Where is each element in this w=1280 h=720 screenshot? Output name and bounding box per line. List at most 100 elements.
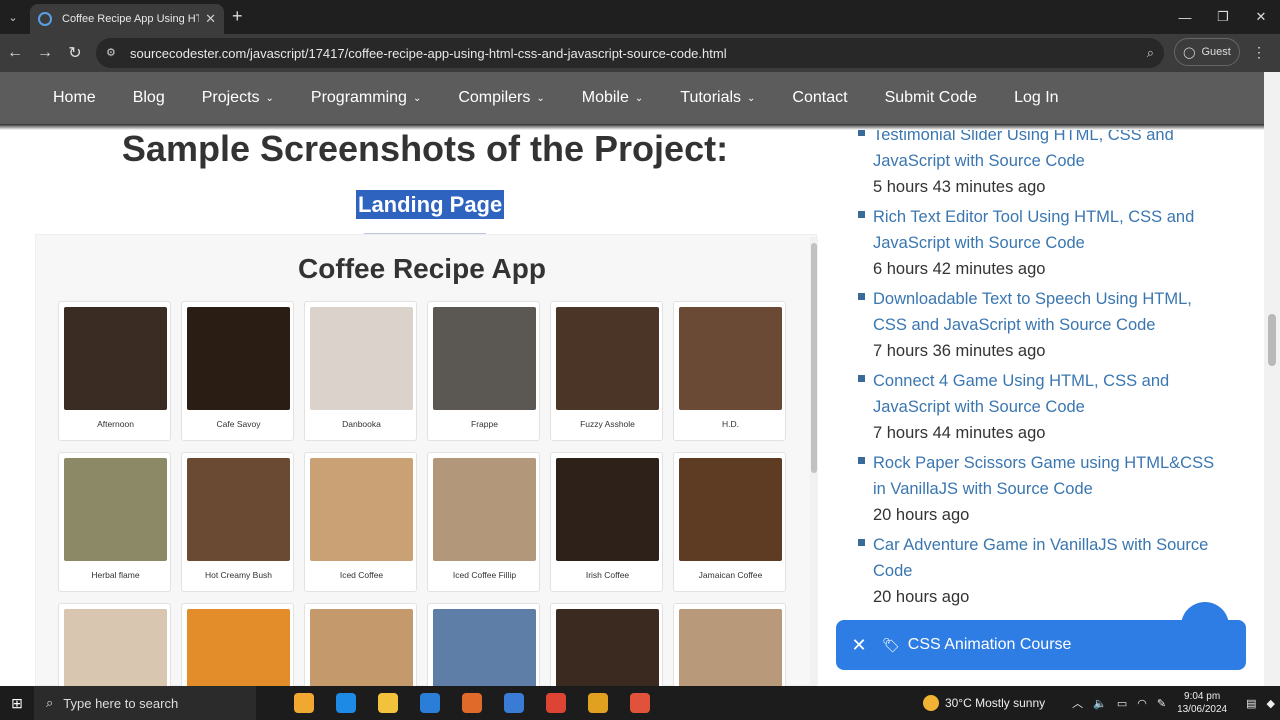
clock-time: 9:04 pm (1184, 691, 1221, 702)
coffee-image (556, 609, 659, 686)
nav-item-projects[interactable]: Projects ⌄ (202, 89, 274, 107)
new-tab-icon[interactable]: + (232, 6, 243, 27)
screenshot-frame: Coffee Recipe App Afternoon Cafe Savoy Dan… (35, 234, 818, 686)
app-glyph (294, 693, 314, 713)
taskbar-app-icon[interactable] (410, 686, 450, 720)
browser-tab[interactable]: Coffee Recipe App Using HTML ✕ (30, 4, 224, 34)
volume-icon[interactable]: 🔈 (1093, 697, 1107, 710)
coffee-image (64, 307, 167, 410)
coffee-card[interactable]: Danbooka (304, 301, 417, 441)
bullet-icon (858, 457, 865, 464)
nav-item-home[interactable]: Home (53, 89, 96, 107)
taskbar-app-icon[interactable] (578, 686, 618, 720)
nav-item-blog[interactable]: Blog (133, 89, 165, 107)
recent-post: Rock Paper Scissors Game using HTML&CSS … (848, 450, 1218, 528)
taskbar-app-icon[interactable] (326, 686, 366, 720)
recent-post-link[interactable]: Connect 4 Game Using HTML, CSS and JavaS… (873, 368, 1218, 420)
bullet-icon (858, 375, 865, 382)
coffee-card[interactable]: Jamaican Coffee (673, 452, 786, 592)
recent-post-link[interactable]: Car Adventure Game in VanillaJS with Sou… (873, 532, 1218, 584)
taskbar-app-icon[interactable] (536, 686, 576, 720)
back-icon[interactable]: ← (0, 34, 30, 72)
nav-item-contact[interactable]: Contact (792, 89, 847, 107)
nav-item-label: Home (53, 89, 96, 106)
coffee-card[interactable] (58, 603, 171, 686)
taskbar-app-icon[interactable] (620, 686, 660, 720)
coffee-card[interactable]: Irish Coffee (550, 452, 663, 592)
coffee-card[interactable]: Afternoon (58, 301, 171, 441)
taskbar-app-icon[interactable] (368, 686, 408, 720)
site-info-icon[interactable]: ⚙ (106, 46, 120, 60)
recent-post-link[interactable]: Downloadable Text to Speech Using HTML, … (873, 286, 1218, 338)
coffee-name: Jamaican Coffee (698, 570, 763, 580)
frame-scrollbar[interactable] (810, 237, 818, 685)
nav-item-tutorials[interactable]: Tutorials ⌄ (680, 89, 755, 107)
course-banner[interactable]: ✕ 🏷 CSS Animation Course (836, 620, 1246, 670)
maximize-icon[interactable]: ❐ (1204, 0, 1242, 34)
nav-item-submit-code[interactable]: Submit Code (885, 89, 978, 107)
tab-search-icon[interactable]: ⌄ (0, 0, 26, 34)
taskbar-search[interactable]: ⌕ Type here to search (34, 686, 256, 720)
nav-item-log-in[interactable]: Log In (1014, 89, 1058, 107)
recent-post-link[interactable]: Rock Paper Scissors Game using HTML&CSS … (873, 450, 1218, 502)
coffee-card[interactable] (550, 603, 663, 686)
coffee-card[interactable]: Frappe (427, 301, 540, 441)
browser-menu-icon[interactable]: ⋮ (1252, 44, 1266, 61)
nav-item-compilers[interactable]: Compilers ⌄ (458, 89, 544, 107)
profile-button[interactable]: ◯ Guest (1174, 38, 1240, 66)
coffee-card[interactable]: H.D. (673, 301, 786, 441)
pen-icon[interactable]: ✎ (1157, 697, 1166, 710)
coffee-name: Afternoon (97, 419, 134, 429)
taskbar-app-icon[interactable] (494, 686, 534, 720)
recent-post: Testimonial Slider Using HTML, CSS and J… (848, 130, 1218, 200)
coffee-card[interactable]: Fuzzy Asshole (550, 301, 663, 441)
browser-tab-bar: ⌄ Coffee Recipe App Using HTML ✕ + — ❐ ✕ (0, 0, 1280, 34)
close-window-icon[interactable]: ✕ (1242, 0, 1280, 34)
taskbar-app-icon[interactable] (284, 686, 324, 720)
window-controls: — ❐ ✕ (1166, 0, 1280, 34)
nav-item-label: Compilers (458, 89, 531, 106)
forward-icon[interactable]: → (30, 34, 60, 72)
url-field[interactable]: ⚙ sourcecodester.com/javascript/17417/co… (96, 38, 1164, 68)
search-icon: ⌕ (46, 695, 54, 710)
clock[interactable]: 9:04 pm 13/06/2024 (1177, 690, 1227, 716)
coffee-card[interactable] (673, 603, 786, 686)
bullet-icon (858, 130, 865, 136)
close-icon[interactable]: ✕ (836, 635, 882, 656)
zoom-icon[interactable]: ⌕ (1147, 45, 1154, 61)
recent-post-link[interactable]: Rich Text Editor Tool Using HTML, CSS an… (873, 204, 1218, 256)
recent-posts-sidebar: Testimonial Slider Using HTML, CSS and J… (848, 130, 1228, 686)
weather-widget[interactable]: 30°C Mostly sunny (922, 695, 1045, 711)
close-tab-icon[interactable]: ✕ (205, 11, 216, 27)
minimize-icon[interactable]: — (1166, 0, 1204, 34)
taskbar-app-icon[interactable] (452, 686, 492, 720)
coffee-card[interactable] (427, 603, 540, 686)
recent-post: Rich Text Editor Tool Using HTML, CSS an… (848, 204, 1218, 282)
coffee-card[interactable]: Iced Coffee (304, 452, 417, 592)
recent-post-time: 6 hours 42 minutes ago (873, 260, 1046, 278)
coffee-card[interactable] (181, 603, 294, 686)
recent-post-link[interactable]: Testimonial Slider Using HTML, CSS and J… (873, 130, 1218, 174)
profile-icon: ◯ (1183, 46, 1196, 59)
recent-post-time: 7 hours 36 minutes ago (873, 342, 1046, 360)
coffee-image (187, 307, 290, 410)
copilot-icon[interactable]: ◆ (1267, 697, 1275, 710)
nav-item-programming[interactable]: Programming ⌄ (311, 89, 421, 107)
coffee-card[interactable] (304, 603, 417, 686)
nav-item-mobile[interactable]: Mobile ⌄ (582, 89, 644, 107)
page-scrollbar[interactable] (1264, 72, 1280, 686)
notifications-icon[interactable]: ▤ (1246, 697, 1256, 710)
chevron-up-icon[interactable]: ︿ (1072, 695, 1083, 711)
coffee-card[interactable]: Hot Creamy Bush (181, 452, 294, 592)
windows-start-icon[interactable]: ⊞ (0, 686, 34, 720)
nav-item-label: Blog (132, 89, 165, 106)
coffee-card[interactable]: Iced Coffee Fillip (427, 452, 540, 592)
coffee-card[interactable]: Cafe Savoy (181, 301, 294, 441)
battery-icon[interactable]: ▭ (1117, 697, 1127, 710)
reload-icon[interactable]: ↻ (60, 34, 90, 72)
coffee-card[interactable]: Herbal flame (58, 452, 171, 592)
wifi-icon[interactable]: ◠ (1137, 697, 1147, 710)
frame-scrollbar-thumb[interactable] (811, 243, 817, 473)
page-scrollbar-thumb[interactable] (1268, 314, 1276, 366)
coffee-image (310, 307, 413, 410)
